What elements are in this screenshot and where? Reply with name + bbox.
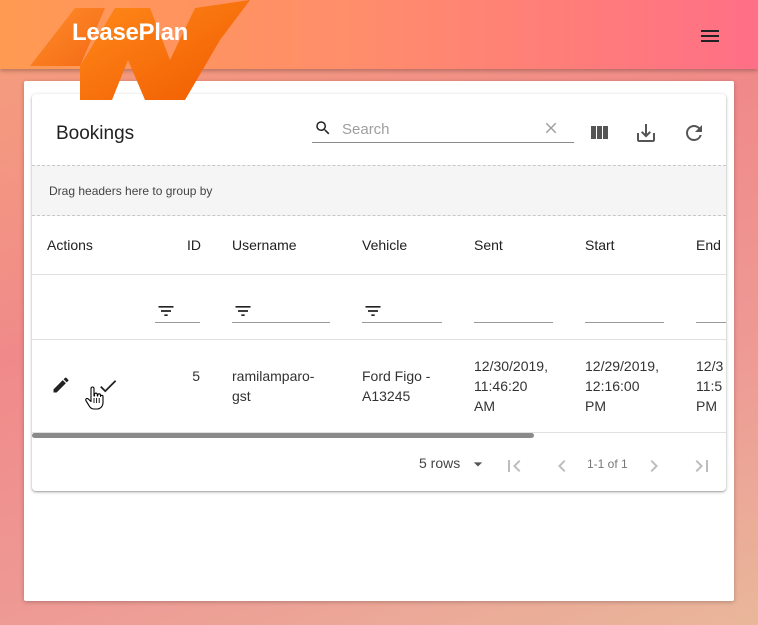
header-id[interactable]: ID — [187, 237, 201, 253]
rows-per-page-select[interactable]: 5 rows — [419, 455, 460, 471]
filter-start[interactable] — [585, 299, 664, 323]
cell-username-line2: gst — [232, 388, 251, 404]
download-icon — [637, 124, 655, 142]
columns-icon — [591, 126, 608, 139]
bookings-grid: Bookings Drag headers here to group by A… — [32, 94, 726, 491]
cell-username-line1: ramilamparo- — [232, 368, 315, 384]
header-actions: Actions — [47, 237, 93, 253]
header-vehicle[interactable]: Vehicle — [362, 237, 407, 253]
leaseplan-logo-swoosh — [30, 0, 250, 100]
cell-sent-line2: 11:46:20 — [474, 378, 528, 394]
last-page-icon — [695, 460, 708, 472]
rows-per-page-value: 5 rows — [419, 455, 461, 471]
refresh-icon — [686, 125, 702, 141]
filter-end[interactable] — [696, 299, 726, 323]
group-by-hint: Drag headers here to group by — [49, 184, 213, 198]
export-button[interactable] — [634, 121, 658, 145]
group-by-area[interactable]: Drag headers here to group by — [32, 165, 726, 216]
cell-end-line3: PM — [696, 398, 717, 414]
cell-end-line1: 12/3 — [696, 358, 724, 374]
cell-end: 12/3 11:5 PM — [696, 356, 726, 416]
menu-button[interactable] — [698, 24, 722, 48]
next-page-button[interactable] — [642, 454, 666, 478]
cell-vehicle-line1: Ford Figo - — [362, 368, 431, 384]
filter-icon — [235, 306, 251, 316]
cell-start-line3: PM — [585, 398, 606, 414]
cell-end-line2: 11:5 — [696, 378, 723, 394]
header-end[interactable]: End — [696, 237, 721, 253]
cell-start-line1: 12/29/2019, — [585, 358, 659, 374]
filter-id[interactable] — [155, 299, 200, 323]
clear-search-icon[interactable] — [542, 119, 560, 137]
edit-icon[interactable] — [51, 375, 71, 395]
first-page-button[interactable] — [502, 454, 526, 478]
chevron-left-icon — [558, 460, 566, 472]
cell-vehicle-line2: A13245 — [362, 388, 411, 404]
cell-start: 12/29/2019, 12:16:00 PM — [585, 356, 659, 416]
chevron-right-icon — [650, 460, 658, 472]
cell-sent-line3: AM — [474, 398, 495, 414]
body-divider — [32, 432, 726, 433]
columns-button[interactable] — [587, 121, 611, 145]
refresh-button[interactable] — [682, 121, 706, 145]
filter-sent[interactable] — [474, 299, 553, 323]
hamburger-menu-icon — [701, 30, 719, 42]
app-logo-text[interactable]: LeasePlan — [72, 19, 188, 47]
header-divider — [32, 274, 726, 275]
filter-icon — [365, 306, 381, 316]
filter-vehicle[interactable] — [362, 299, 442, 323]
grid-title: Bookings — [56, 123, 135, 144]
page-info: 1-1 of 1 — [587, 457, 628, 471]
cell-start-line2: 12:16:00 — [585, 378, 640, 394]
previous-page-button[interactable] — [550, 454, 574, 478]
cell-vehicle: Ford Figo - A13245 — [362, 366, 430, 406]
dropdown-arrow-icon[interactable] — [468, 454, 488, 474]
filter-divider — [32, 339, 726, 340]
filter-username[interactable] — [232, 299, 330, 323]
last-page-button[interactable] — [690, 454, 714, 478]
cell-sent: 12/30/2019, 11:46:20 AM — [474, 356, 548, 416]
horizontal-scrollbar[interactable] — [32, 433, 726, 439]
cell-username: ramilamparo- gst — [232, 366, 314, 406]
search-icon — [316, 121, 330, 135]
cell-id: 5 — [192, 368, 200, 384]
scrollbar-thumb[interactable] — [32, 433, 534, 438]
header-username[interactable]: Username — [232, 237, 297, 253]
cell-sent-line1: 12/30/2019, — [474, 358, 548, 374]
filter-icon — [158, 306, 174, 316]
first-page-icon — [508, 460, 521, 472]
hand-pointer-cursor-icon — [85, 386, 104, 410]
search-box[interactable] — [312, 116, 574, 143]
header-sent[interactable]: Sent — [474, 237, 503, 253]
header-start[interactable]: Start — [585, 237, 615, 253]
search-input[interactable] — [340, 118, 540, 140]
